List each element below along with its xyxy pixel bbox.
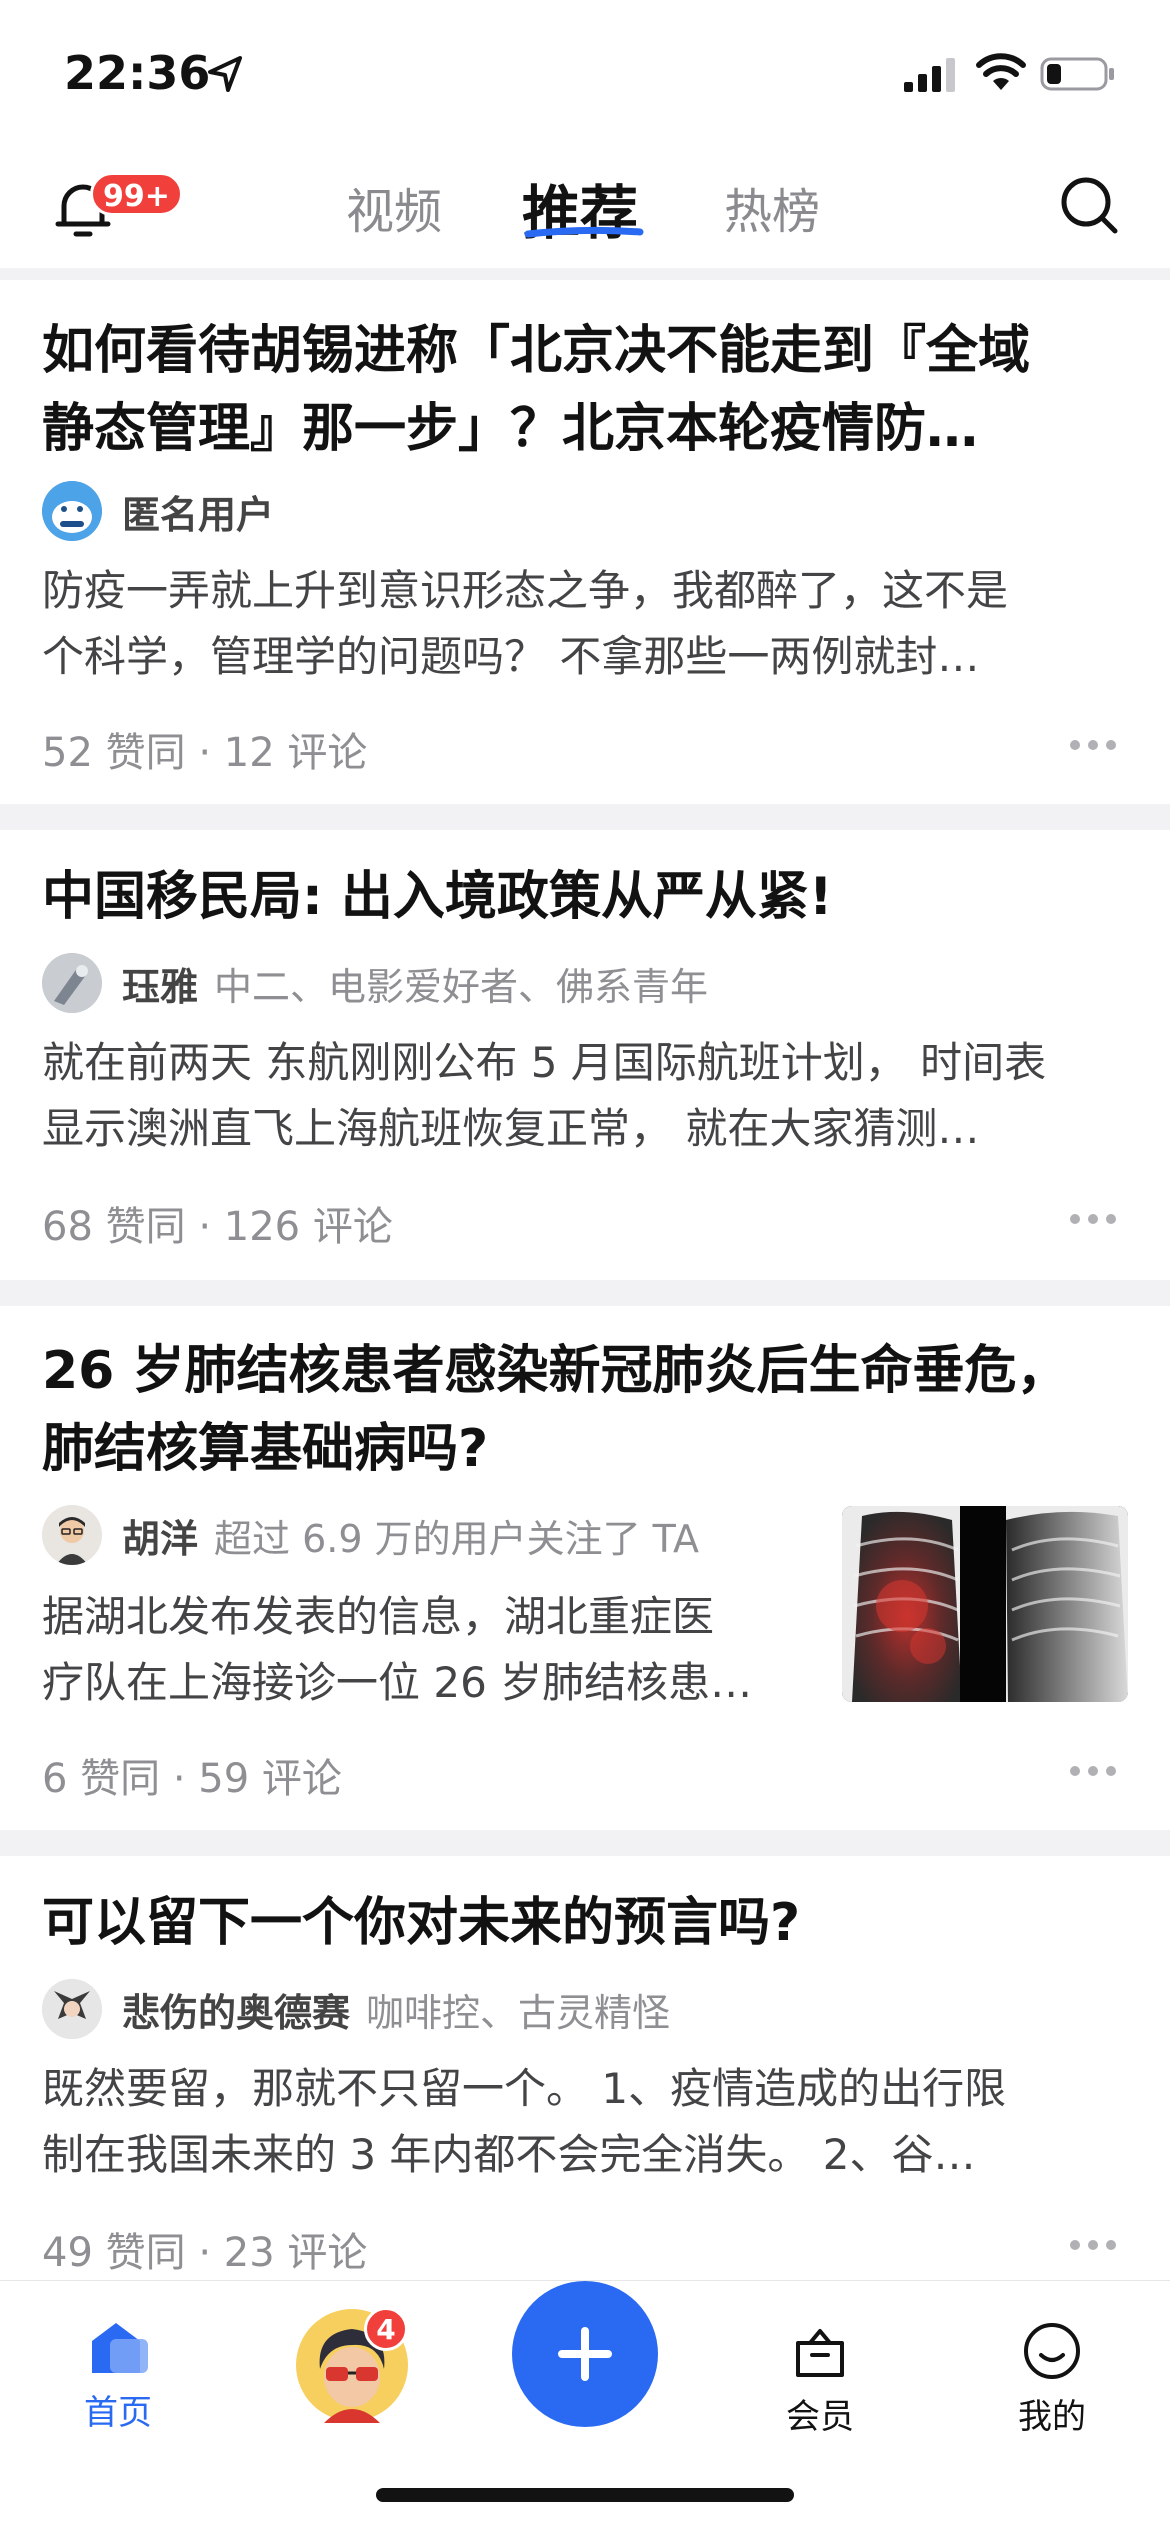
author-name[interactable]: 悲伤的奥德赛 xyxy=(122,1982,350,2037)
author-row[interactable]: 悲伤的奥德赛 咖啡控、古灵精怪 xyxy=(42,1978,670,2040)
author-row[interactable]: 匿名用户 xyxy=(42,480,290,542)
card-meta: 6 赞同 · 59 评论 xyxy=(42,1756,342,1802)
more-options-icon[interactable] xyxy=(1068,738,1118,752)
card-title-line: 静态管理』那一步」？北京本轮疫情防… xyxy=(42,399,979,459)
card-excerpt[interactable]: 就在前两天 东航刚刚公布 5 月国际航班计划， 时间表 显示澳洲直飞上海航班恢复… xyxy=(42,1030,1046,1162)
author-row[interactable]: 胡洋 超过 6.9 万的用户关注了 TA xyxy=(42,1504,699,1566)
article-thumbnail[interactable] xyxy=(842,1506,1128,1702)
top-bar: 22:36 99+ 视频 推荐 热榜 xyxy=(0,0,1170,268)
tab-home[interactable]: 首页 xyxy=(70,2317,166,2434)
home-icon xyxy=(92,2323,148,2373)
card-excerpt[interactable]: 防疫一弄就上升到意识形态之争，我都醉了，这不是 个科学，管理学的问题吗？ 不拿那… xyxy=(42,558,1008,690)
avatar xyxy=(42,481,102,541)
avatar xyxy=(42,1979,102,2039)
card-title[interactable]: 如何看待胡锡进称「北京决不能走到『全域 静态管理』那一步」？北京本轮疫情防… xyxy=(42,312,1132,468)
card-title-line: 中国移民局: 出入境政策从严从紧! xyxy=(42,867,833,927)
tab-member[interactable]: 会员 xyxy=(770,2321,870,2438)
anonymous-avatar-icon xyxy=(42,481,102,541)
wifi-icon xyxy=(976,53,1026,90)
tab-mine[interactable]: 我的 xyxy=(1002,2321,1102,2438)
card-title-line: 26 岁肺结核患者感染新冠肺炎后生命垂危， xyxy=(42,1341,1069,1401)
active-tab-underline xyxy=(524,226,644,238)
tab-hot-list[interactable]: 热榜 xyxy=(724,172,820,242)
create-post-button[interactable] xyxy=(512,2281,658,2427)
plus-icon xyxy=(558,2327,612,2381)
card-title-line: 如何看待胡锡进称「北京决不能走到『全域 xyxy=(42,321,1031,381)
avatar-notification-badge: 4 xyxy=(364,2307,408,2351)
author-name[interactable]: 胡洋 xyxy=(122,1508,198,1563)
member-bag-icon xyxy=(796,2329,844,2377)
tab-member-label: 会员 xyxy=(786,2397,854,2437)
home-indicator xyxy=(376,2488,794,2502)
excerpt-line: 制在我国未来的 3 年内都不会完全消失。 2、谷… xyxy=(42,2130,976,2179)
author-description: 超过 6.9 万的用户关注了 TA xyxy=(214,1516,699,1561)
excerpt-line: 防疫一弄就上升到意识形态之争，我都醉了，这不是 xyxy=(42,566,1009,615)
avatar-image xyxy=(42,1505,102,1565)
excerpt-line: 既然要留，那就不只留一个。 1、疫情造成的出行限 xyxy=(42,2064,1007,2113)
more-options-icon[interactable] xyxy=(1068,1764,1118,1778)
card-title[interactable]: 中国移民局: 出入境政策从严从紧! xyxy=(42,858,1132,936)
chest-xray-image xyxy=(842,1506,1128,1702)
author-description: 咖啡控、古灵精怪 xyxy=(366,1990,671,2035)
card-meta: 49 赞同 · 23 评论 xyxy=(42,2230,368,2276)
card-title[interactable]: 可以留下一个你对未来的预言吗? xyxy=(42,1884,1132,1962)
excerpt-line: 就在前两天 东航刚刚公布 5 月国际航班计划， 时间表 xyxy=(42,1038,1047,1087)
more-options-icon[interactable] xyxy=(1068,2238,1118,2252)
battery-icon xyxy=(1040,57,1114,91)
author-name[interactable]: 匿名用户 xyxy=(122,484,274,539)
excerpt-line: 据湖北发布发表的信息，湖北重症医 xyxy=(42,1592,715,1641)
card-meta: 52 赞同 · 12 评论 xyxy=(42,730,368,776)
notification-count-badge: 99+ xyxy=(90,172,183,216)
avatar xyxy=(42,1505,102,1565)
feed-card[interactable]: 中国移民局: 出入境政策从严从紧! 珏雅 中二、电影爱好者、佛系青年 就在前两天… xyxy=(0,830,1170,1280)
tab-mine-label: 我的 xyxy=(1018,2397,1086,2437)
tab-profile-avatar[interactable]: 4 xyxy=(294,2307,410,2423)
smile-face-icon xyxy=(1024,2323,1080,2379)
search-icon[interactable] xyxy=(1058,174,1120,236)
avatar-image xyxy=(42,953,102,1013)
excerpt-line: 个科学，管理学的问题吗？ 不拿那些一两例就封… xyxy=(42,632,980,681)
avatar-image xyxy=(42,1979,102,2039)
tab-home-label: 首页 xyxy=(84,2393,152,2433)
author-row[interactable]: 珏雅 中二、电影爱好者、佛系青年 xyxy=(42,952,708,1014)
excerpt-line: 疗队在上海接诊一位 26 岁肺结核患… xyxy=(42,1658,753,1707)
status-time: 22:36 xyxy=(64,46,211,100)
card-title-line: 肺结核算基础病吗? xyxy=(42,1419,489,1479)
feed-card[interactable]: 可以留下一个你对未来的预言吗? 悲伤的奥德赛 咖啡控、古灵精怪 既然要留，那就不… xyxy=(0,1856,1170,2296)
feed-card[interactable]: 如何看待胡锡进称「北京决不能走到『全域 静态管理』那一步」？北京本轮疫情防… 匿… xyxy=(0,280,1170,804)
card-title[interactable]: 26 岁肺结核患者感染新冠肺炎后生命垂危， 肺结核算基础病吗? xyxy=(42,1332,1132,1488)
tab-video[interactable]: 视频 xyxy=(346,172,442,242)
more-options-icon[interactable] xyxy=(1068,1212,1118,1226)
location-arrow-icon xyxy=(208,56,242,92)
card-excerpt[interactable]: 据湖北发布发表的信息，湖北重症医 疗队在上海接诊一位 26 岁肺结核患… xyxy=(42,1584,752,1716)
card-excerpt[interactable]: 既然要留，那就不只留一个。 1、疫情造成的出行限 制在我国未来的 3 年内都不会… xyxy=(42,2056,1006,2188)
avatar xyxy=(42,953,102,1013)
card-meta: 68 赞同 · 126 评论 xyxy=(42,1204,393,1250)
author-name[interactable]: 珏雅 xyxy=(122,956,198,1011)
cellular-signal-icon xyxy=(904,58,955,92)
author-description: 中二、电影爱好者、佛系青年 xyxy=(214,964,709,1009)
card-title-line: 可以留下一个你对未来的预言吗? xyxy=(42,1893,801,1953)
excerpt-line: 显示澳洲直飞上海航班恢复正常， 就在大家猜测… xyxy=(42,1104,980,1153)
